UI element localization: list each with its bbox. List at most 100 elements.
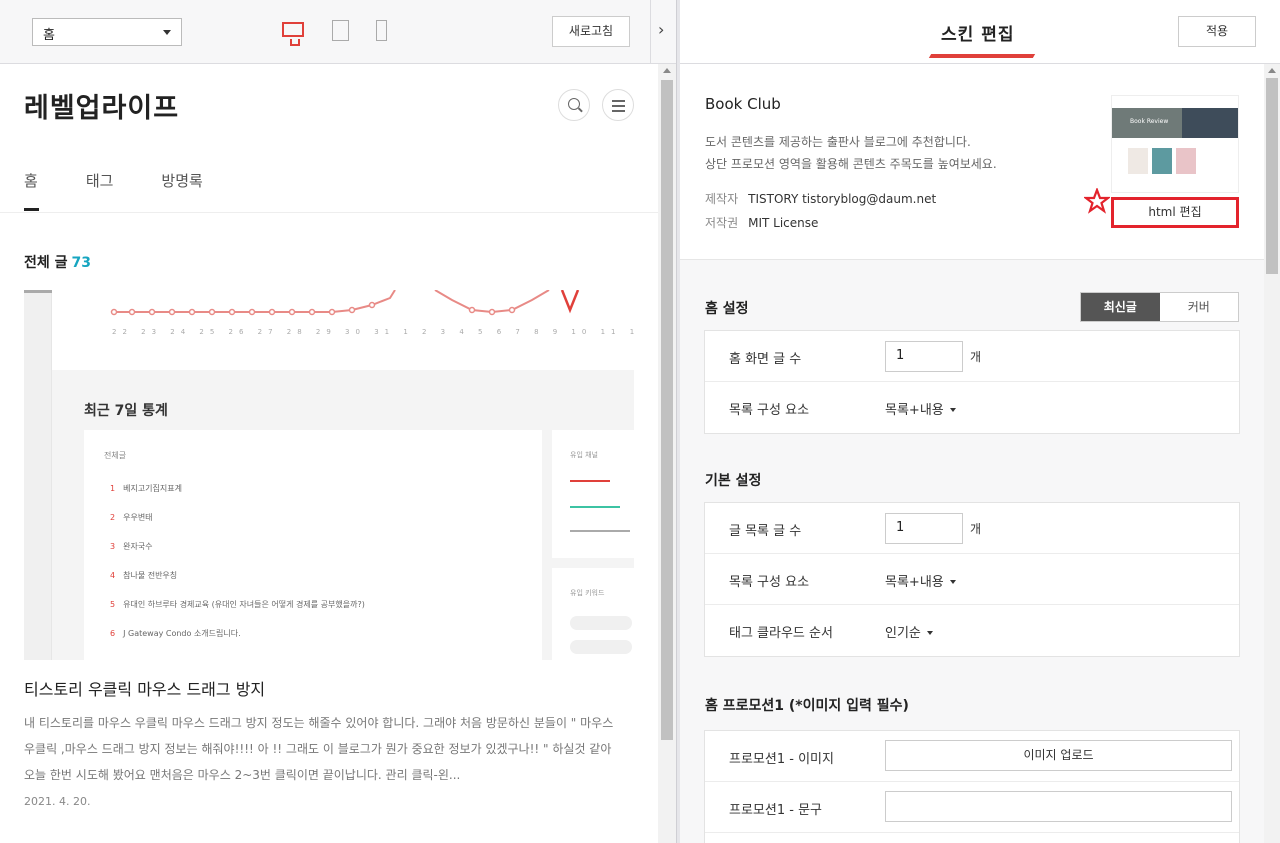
- setting-row: 프로모션1 - 문구: [705, 782, 1239, 833]
- apply-button[interactable]: 적용: [1178, 16, 1256, 47]
- list-item: 3 완자국수: [110, 542, 153, 551]
- setting-row: 목록 구성 요소 목록+내용: [705, 382, 1239, 433]
- skin-description: 도서 콘텐츠를 제공하는 출판사 블로그에 추천합니다. 상단 프로모션 영역을…: [705, 131, 997, 175]
- embedded-channel-card: 유입 채널: [552, 430, 634, 558]
- post-date: 2021. 4. 20.: [24, 795, 91, 808]
- skin-editor-panel: 스킨 편집 적용 Book Club 도서 콘텐츠를 제공하는 출판사 블로그에…: [680, 0, 1280, 843]
- post-title[interactable]: 티스토리 우클릭 마우스 드래그 방지: [24, 676, 265, 700]
- setting-row: 홈 화면 글 수 1 개: [705, 331, 1239, 382]
- image-upload-button[interactable]: 이미지 업로드: [885, 740, 1232, 771]
- home-list-elements-select[interactable]: 목록+내용: [885, 399, 956, 418]
- editor-scrollbar[interactable]: [1264, 64, 1280, 843]
- setting-label: 목록 구성 요소: [729, 403, 810, 418]
- panel-title: 스킨 편집: [941, 25, 1015, 45]
- page-select-value: 홈: [43, 28, 55, 43]
- home-settings-box: 홈 화면 글 수 1 개 목록 구성 요소 목록+내용: [704, 330, 1240, 434]
- skin-desc-line: 상단 프로모션 영역을 활용해 콘텐츠 주목도를 높여보세요.: [705, 157, 997, 171]
- tag-cloud-order-select[interactable]: 인기순: [885, 622, 933, 641]
- embedded-top-line: [24, 290, 52, 293]
- setting-label: 목록 구성 요소: [729, 575, 810, 590]
- preview-scrollbar[interactable]: [658, 64, 676, 843]
- skin-editor-window: 홈 새로고침 › 레벨업라이프 홈 태그 방명록 전체 글 73 22 23 2…: [0, 0, 1280, 843]
- skin-author: 제작자 TISTORY tistoryblog@daum.net: [705, 192, 937, 206]
- thumb-band: [1182, 108, 1238, 138]
- blog-nav-tag[interactable]: 태그: [86, 170, 114, 191]
- chevron-down-icon: [949, 580, 956, 584]
- chevron-down-icon: [926, 631, 933, 635]
- scroll-up-icon[interactable]: [663, 68, 671, 73]
- embedded-bar: [570, 506, 620, 508]
- star-icon: [1084, 188, 1110, 214]
- scrollbar-thumb[interactable]: [1266, 78, 1278, 274]
- embedded-stats-title: 최근 7일 통계: [84, 403, 168, 419]
- collapse-panel-button[interactable]: ›: [650, 0, 676, 64]
- setting-label: 홈 화면 글 수: [729, 352, 802, 367]
- thumb-card: [1128, 148, 1148, 174]
- hamburger-menu-icon[interactable]: [602, 89, 634, 121]
- total-posts-count: 73: [71, 255, 91, 271]
- scrollbar-thumb[interactable]: [661, 80, 673, 740]
- blog-nav: 홈 태그 방명록: [24, 170, 251, 191]
- skin-license: 저작권 MIT License: [705, 216, 819, 230]
- embedded-bar: [570, 480, 610, 482]
- mobile-view-icon[interactable]: [376, 20, 387, 41]
- active-nav-indicator: [24, 208, 39, 211]
- embedded-line-chart: 22 23 24 25 26 27 28 29 30 31 1 2 3 4 5 …: [52, 290, 634, 370]
- blog-nav-home[interactable]: 홈: [24, 170, 38, 191]
- post-thumbnail-image[interactable]: 22 23 24 25 26 27 28 29 30 31 1 2 3 4 5 …: [24, 290, 634, 660]
- blog-preview: 레벨업라이프 홈 태그 방명록 전체 글 73 22 23 24 25 26 2…: [0, 64, 658, 843]
- home-post-count-input[interactable]: 1: [885, 341, 963, 372]
- thumb-card: [1176, 148, 1196, 174]
- editor-header: 스킨 편집 적용: [680, 0, 1280, 64]
- page-select[interactable]: 홈: [32, 18, 182, 46]
- home-settings-title: 홈 설정: [705, 301, 749, 317]
- list-post-count-input[interactable]: 1: [885, 513, 963, 544]
- embedded-post-list: 전체글 1 베지고기집지표계 2 우우변태 3 완자국수 4 참나물 전반우칭 5 유대인…: [84, 430, 542, 660]
- embedded-keyword-heading: 유입 키워드: [570, 589, 605, 597]
- embedded-channel-heading: 유입 채널: [570, 451, 598, 459]
- thumb-card: [1152, 148, 1172, 174]
- embedded-keyword-chip: [570, 640, 632, 654]
- tab-cover[interactable]: 커버: [1160, 293, 1239, 321]
- setting-row: 목록 구성 요소 목록+내용: [705, 554, 1239, 605]
- skin-info-card: Book Club 도서 콘텐츠를 제공하는 출판사 블로그에 추천합니다. 상…: [680, 64, 1264, 260]
- chevron-down-icon: [163, 30, 171, 35]
- list-item: 4 참나물 전반우칭: [110, 571, 178, 580]
- total-posts-heading: 전체 글 73: [24, 252, 91, 272]
- scroll-up-icon[interactable]: [1268, 68, 1276, 73]
- promotion-text-input[interactable]: [885, 791, 1232, 822]
- tablet-view-icon[interactable]: [332, 20, 349, 41]
- html-edit-button[interactable]: html 편집: [1111, 197, 1239, 228]
- list-item: 2 우우변태: [110, 513, 153, 522]
- desktop-view-icon[interactable]: [282, 22, 304, 46]
- basic-settings-title: 기본 설정: [705, 473, 762, 489]
- post-excerpt[interactable]: 내 티스토리를 마우스 우클릭 마우스 드래그 방지 정도는 해줄수 있어야 합…: [24, 710, 614, 788]
- skin-name: Book Club: [705, 95, 781, 113]
- blog-title[interactable]: 레벨업라이프: [24, 86, 179, 125]
- list-item: 1 베지고기집지표계: [110, 484, 182, 493]
- list-item: 6J Gateway Condo 소개드립니다.: [110, 629, 241, 638]
- setting-label: 프로모션1 - 문구: [729, 803, 822, 818]
- promotion1-box: 프로모션1 - 이미지 이미지 업로드 프로모션1 - 문구: [704, 730, 1240, 843]
- chevron-right-icon: ›: [658, 20, 665, 39]
- refresh-button[interactable]: 새로고침: [552, 16, 630, 47]
- embedded-bar: [570, 530, 630, 532]
- preview-toolbar: 홈 새로고침: [0, 0, 650, 64]
- setting-label: 태그 클라우드 순서: [729, 626, 833, 641]
- thumb-caption: Book Review: [1130, 118, 1169, 125]
- list-elements-select[interactable]: 목록+내용: [885, 571, 956, 590]
- setting-row: 프로모션1 - 이미지 이미지 업로드: [705, 731, 1239, 782]
- home-mode-toggle: 최신글 커버: [1080, 292, 1239, 322]
- blog-nav-guestbook[interactable]: 방명록: [161, 170, 202, 191]
- unit-label: 개: [970, 522, 982, 536]
- total-posts-label: 전체 글: [24, 255, 68, 271]
- skin-thumbnail: Book Review: [1111, 95, 1239, 193]
- search-icon[interactable]: [558, 89, 590, 121]
- embedded-sidebar: [24, 290, 52, 660]
- setting-row: 태그 클라우드 순서 인기순: [705, 605, 1239, 656]
- tab-latest[interactable]: 최신글: [1081, 293, 1160, 321]
- embedded-axis-ticks: 22 23 24 25 26 27 28 29 30 31 1 2 3 4 5 …: [112, 328, 634, 336]
- setting-label: 프로모션1 - 이미지: [729, 752, 834, 767]
- unit-label: 개: [970, 350, 982, 364]
- setting-row: [705, 833, 1239, 843]
